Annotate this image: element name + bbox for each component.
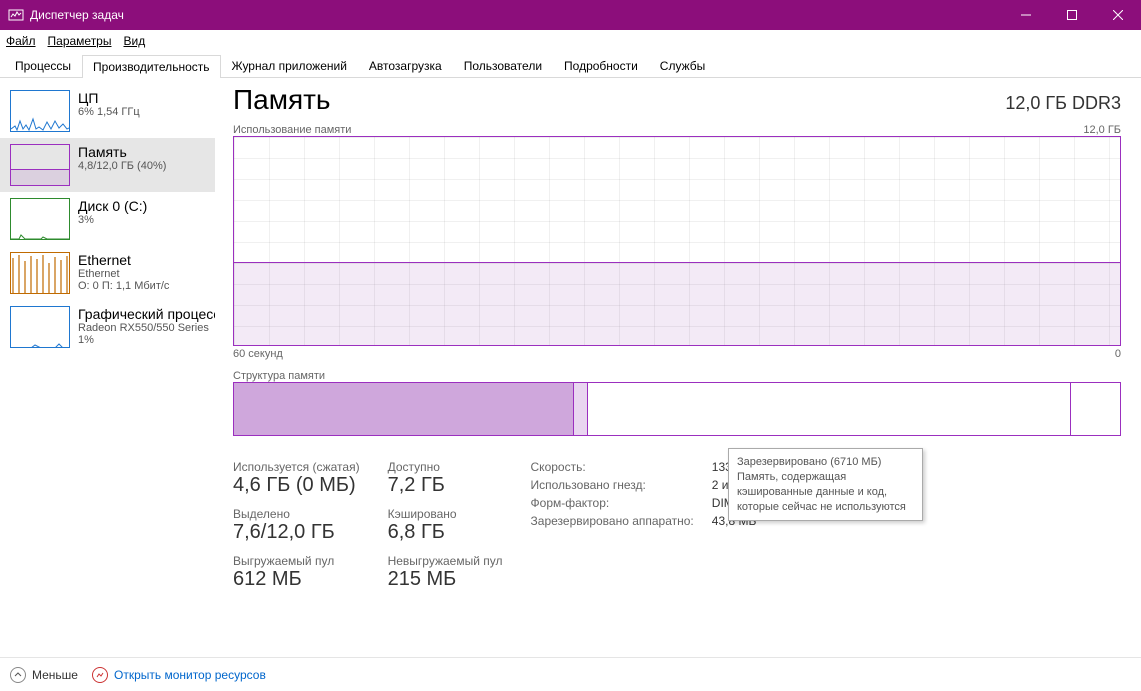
main-panel: Память 12,0 ГБ DDR3 Использование памяти… — [215, 78, 1141, 657]
paged-label: Выгружаемый пул — [233, 554, 360, 568]
menu-file[interactable]: Файл — [6, 34, 36, 48]
chevron-up-icon — [10, 667, 26, 683]
memory-title: Память — [78, 144, 166, 160]
used-label: Используется (сжатая) — [233, 460, 360, 474]
tab-performance[interactable]: Производительность — [82, 55, 220, 78]
app-icon — [8, 7, 24, 23]
tab-services[interactable]: Службы — [649, 54, 716, 77]
commit-value: 7,6/12,0 ГБ — [233, 521, 360, 544]
minimize-button[interactable] — [1003, 0, 1049, 30]
sidebar-item-gpu[interactable]: Графический процессор Radeon RX550/550 S… — [0, 300, 215, 354]
tooltip-line2: Память, содержащая кэшированные данные и… — [737, 470, 914, 515]
memory-usage-chart — [233, 136, 1121, 346]
tab-apphistory[interactable]: Журнал приложений — [221, 54, 358, 77]
sidebar-item-cpu[interactable]: ЦП 6% 1,54 ГГц — [0, 84, 215, 138]
tooltip-line1: Зарезервировано (6710 МБ) — [737, 455, 914, 470]
speed-k: Скорость: — [531, 460, 694, 474]
ethernet-sub2: О: 0 П: 1,1 Мбит/с — [78, 280, 169, 292]
slots-k: Использовано гнезд: — [531, 478, 694, 492]
tab-details[interactable]: Подробности — [553, 54, 649, 77]
maximize-button[interactable] — [1049, 0, 1095, 30]
comp-free — [1071, 383, 1120, 435]
chart-label-left: Использование памяти — [233, 124, 351, 136]
footer: Меньше Открыть монитор ресурсов — [0, 657, 1141, 691]
struct-label: Структура памяти — [233, 370, 325, 382]
tabs: Процессы Производительность Журнал прило… — [0, 52, 1141, 78]
sidebar: ЦП 6% 1,54 ГГц Память 4,8/12,0 ГБ (40%) … — [0, 78, 215, 657]
titlebar: Диспетчер задач — [0, 0, 1141, 30]
paged-value: 612 МБ — [233, 568, 360, 591]
cpu-thumb-icon — [10, 90, 70, 132]
gpu-thumb-icon — [10, 306, 70, 348]
comp-modified — [574, 383, 588, 435]
comp-standby — [588, 383, 1071, 435]
close-button[interactable] — [1095, 0, 1141, 30]
memory-total: 12,0 ГБ DDR3 — [1005, 93, 1121, 114]
avail-label: Доступно — [388, 460, 503, 474]
window-title: Диспетчер задач — [30, 8, 124, 22]
xaxis-left: 60 секунд — [233, 348, 283, 360]
disk-thumb-icon — [10, 198, 70, 240]
cpu-sub: 6% 1,54 ГГц — [78, 106, 140, 118]
fewer-details-button[interactable]: Меньше — [10, 667, 78, 683]
disk-title: Диск 0 (C:) — [78, 198, 147, 214]
nonpaged-value: 215 МБ — [388, 568, 503, 591]
tooltip: Зарезервировано (6710 МБ) Память, содерж… — [728, 448, 923, 521]
menu-params[interactable]: Параметры — [48, 34, 112, 48]
ethernet-sub1: Ethernet — [78, 268, 169, 280]
gpu-title: Графический процессор — [78, 306, 215, 322]
tab-processes[interactable]: Процессы — [4, 54, 82, 77]
page-title: Память — [233, 84, 331, 116]
open-resmon-link[interactable]: Открыть монитор ресурсов — [92, 667, 266, 683]
avail-value: 7,2 ГБ — [388, 474, 503, 497]
sidebar-item-memory[interactable]: Память 4,8/12,0 ГБ (40%) — [0, 138, 215, 192]
tab-startup[interactable]: Автозагрузка — [358, 54, 453, 77]
memory-thumb-icon — [10, 144, 70, 186]
hw-k: Зарезервировано аппаратно: — [531, 514, 694, 528]
gpu-sub1: Radeon RX550/550 Series — [78, 322, 215, 334]
memory-composition-chart — [233, 382, 1121, 436]
tab-users[interactable]: Пользователи — [453, 54, 553, 77]
cached-label: Кэшировано — [388, 507, 503, 521]
xaxis-right: 0 — [1115, 348, 1121, 360]
form-k: Форм-фактор: — [531, 496, 694, 510]
resmon-icon — [92, 667, 108, 683]
menu-view[interactable]: Вид — [123, 34, 145, 48]
cpu-title: ЦП — [78, 90, 140, 106]
memory-sub: 4,8/12,0 ГБ (40%) — [78, 160, 166, 172]
disk-sub: 3% — [78, 214, 147, 226]
used-value: 4,6 ГБ (0 МБ) — [233, 474, 360, 497]
ethernet-title: Ethernet — [78, 252, 169, 268]
chart-label-right: 12,0 ГБ — [1083, 124, 1121, 136]
ethernet-thumb-icon — [10, 252, 70, 294]
sidebar-item-ethernet[interactable]: Ethernet Ethernet О: 0 П: 1,1 Мбит/с — [0, 246, 215, 300]
commit-label: Выделено — [233, 507, 360, 521]
comp-used — [234, 383, 574, 435]
cached-value: 6,8 ГБ — [388, 521, 503, 544]
sidebar-item-disk[interactable]: Диск 0 (C:) 3% — [0, 192, 215, 246]
menubar: Файл Параметры Вид — [0, 30, 1141, 52]
stats-block: Используется (сжатая) 4,6 ГБ (0 МБ) Выде… — [233, 460, 1121, 601]
nonpaged-label: Невыгружаемый пул — [388, 554, 503, 568]
gpu-sub2: 1% — [78, 334, 215, 346]
